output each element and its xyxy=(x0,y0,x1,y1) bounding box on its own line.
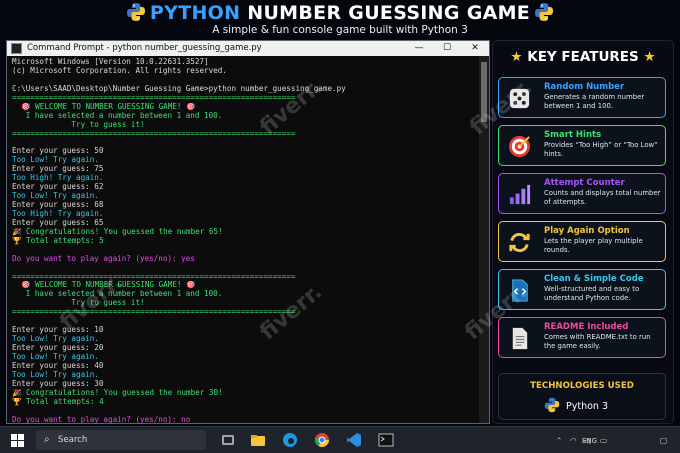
technologies-heading: TECHNOLOGIES USED xyxy=(530,381,634,391)
chrome-browser-icon[interactable] xyxy=(314,432,330,448)
language-indicator[interactable]: ENG xyxy=(582,437,597,445)
terminal-line: Enter your guess: 68 xyxy=(12,201,104,209)
terminal-line: Do you want to play again? (yes/no): yes xyxy=(12,254,195,263)
terminal-output[interactable]: Microsoft Windows [Version 10.0.22631.35… xyxy=(12,58,477,451)
feature-title: Clean & Simple Code xyxy=(544,274,644,284)
wifi-icon[interactable]: ◠ xyxy=(570,436,577,445)
star-icon: ★ xyxy=(510,49,523,65)
feature-card: Smart Hints Provides “Too High” or “Too L… xyxy=(498,125,666,166)
feature-description: Provides “Too High” or “Too Low” hints. xyxy=(544,141,658,158)
terminal-line: Enter your guess: 20 xyxy=(12,344,104,352)
window-title: Command Prompt - python number_guessing_… xyxy=(27,43,262,53)
vscode-icon[interactable] xyxy=(346,432,362,448)
cmd-icon xyxy=(11,43,22,54)
feature-title: Attempt Counter xyxy=(544,178,625,188)
terminal-line: Too High! Try again. xyxy=(12,209,104,218)
terminal-line: C:\Users\SAAD\Desktop\Number Guessing Ga… xyxy=(12,84,346,93)
document-icon xyxy=(507,326,532,351)
windows-start-icon[interactable] xyxy=(11,434,24,447)
tray-chevron-icon[interactable]: ⌃ xyxy=(556,436,562,445)
python-logo-icon xyxy=(126,3,145,21)
terminal-line: Enter your guess: 30 xyxy=(12,379,104,388)
notification-icon[interactable]: ▢ xyxy=(660,436,667,445)
terminal-line: Do you want to play again? (yes/no): no xyxy=(12,415,191,424)
feature-description: Comes with README.txt to run the game ea… xyxy=(544,333,651,350)
feature-description: Generates a random number between 1 and … xyxy=(544,93,645,110)
terminal-app-icon[interactable] xyxy=(378,432,394,448)
feature-card: README Included Comes with README.txt to … xyxy=(498,317,666,358)
minimize-button[interactable]: — xyxy=(405,41,433,56)
terminal-line: 🎉 Congratulations! You guessed the numbe… xyxy=(12,227,223,236)
technology-item: Python 3 xyxy=(544,397,608,413)
terminal-line: Enter your guess: 65 xyxy=(12,218,104,227)
target-icon xyxy=(507,134,532,159)
bar-chart-icon xyxy=(507,182,532,207)
terminal-line: Enter your guess: 10 xyxy=(12,326,104,335)
terminal-line: 🎉 Congratulations! You guessed the numbe… xyxy=(12,388,223,397)
terminal-line: 🏆 Total attempts: 4 xyxy=(12,397,104,406)
features-heading-text: KEY FEATURES xyxy=(527,49,639,65)
feature-title: Smart Hints xyxy=(544,130,602,140)
terminal-line: I have selected a number between 1 and 1… xyxy=(12,111,223,120)
search-icon: ⌕ xyxy=(44,434,50,445)
terminal-line: (c) Microsoft Corporation. All rights re… xyxy=(12,66,227,75)
title-rest: NUMBER GUESSING GAME xyxy=(247,2,531,24)
terminal-line: Enter your guess: 50 xyxy=(12,147,104,156)
terminal-line: Too Low! Try again. xyxy=(12,370,99,379)
terminal-line: 🏆 Total attempts: 5 xyxy=(12,236,104,245)
terminal-line: ========================================… xyxy=(12,93,296,102)
title-python: PYTHON xyxy=(149,2,241,24)
star-icon: ★ xyxy=(643,49,656,65)
maximize-button[interactable]: ☐ xyxy=(433,41,461,56)
python-logo-icon xyxy=(544,397,560,413)
terminal-line: Too Low! Try again. xyxy=(12,156,99,165)
terminal-line: Too High! Try again. xyxy=(12,174,104,183)
taskbar: ⌕ Search ⌃ ◠ ◁ ▭ ENG ▢ xyxy=(0,426,680,453)
terminal-line: Too Low! Try again. xyxy=(12,335,99,344)
page-title: PYTHON NUMBER GUESSING GAME xyxy=(0,2,680,24)
task-view-icon[interactable] xyxy=(220,432,236,448)
terminal-line: Enter your guess: 75 xyxy=(12,165,104,174)
feature-description: Lets the player play multiple rounds. xyxy=(544,237,643,254)
edge-browser-icon[interactable] xyxy=(282,432,298,448)
feature-card: Play Again Option Lets the player play mu… xyxy=(498,221,666,262)
terminal-line: ========================================… xyxy=(12,129,296,138)
battery-icon[interactable]: ▭ xyxy=(600,436,607,445)
terminal-line: Enter your guess: 62 xyxy=(12,183,104,192)
terminal-line: Enter your guess: 40 xyxy=(12,361,104,370)
python-logo-icon xyxy=(535,3,554,21)
close-button[interactable]: ✕ xyxy=(461,41,489,56)
banner: PYTHON NUMBER GUESSING GAME A simple & f… xyxy=(0,0,680,40)
terminal-line: ========================================… xyxy=(12,272,296,281)
command-prompt-window[interactable]: Command Prompt - python number_guessing_… xyxy=(6,40,490,450)
terminal-line: Too Low! Try again. xyxy=(12,352,99,361)
feature-title: README Included xyxy=(544,322,629,332)
window-titlebar[interactable]: Command Prompt - python number_guessing_… xyxy=(7,41,489,56)
feature-description: Well-structured and easy to understand P… xyxy=(544,285,640,302)
terminal-line: 🎯 WELCOME TO NUMBER GUESSING GAME! 🎯 xyxy=(12,281,196,290)
terminal-line: Try to guess it! xyxy=(12,120,145,129)
terminal-line: Too Low! Try again. xyxy=(12,192,99,201)
features-heading: ★ KEY FEATURES ★ xyxy=(493,49,673,65)
feature-title: Random Number xyxy=(544,82,625,92)
technology-label: Python 3 xyxy=(566,401,608,412)
page-subtitle: A simple & fun console game built with P… xyxy=(212,24,468,36)
search-label: Search xyxy=(58,435,88,445)
terminal-line: Microsoft Windows [Version 10.0.22631.35… xyxy=(12,58,209,66)
feature-description: Counts and displays total number of atte… xyxy=(544,189,661,206)
feature-card: Attempt Counter Counts and displays total… xyxy=(498,173,666,214)
terminal-line: 🎯 WELCOME TO NUMBER GUESSING GAME! 🎯 xyxy=(12,102,196,111)
feature-title: Play Again Option xyxy=(544,226,630,236)
file-explorer-icon[interactable] xyxy=(250,432,266,448)
technologies-box: TECHNOLOGIES USED Python 3 xyxy=(498,373,666,420)
taskbar-search[interactable]: ⌕ Search xyxy=(36,430,206,450)
refresh-icon xyxy=(507,230,532,255)
